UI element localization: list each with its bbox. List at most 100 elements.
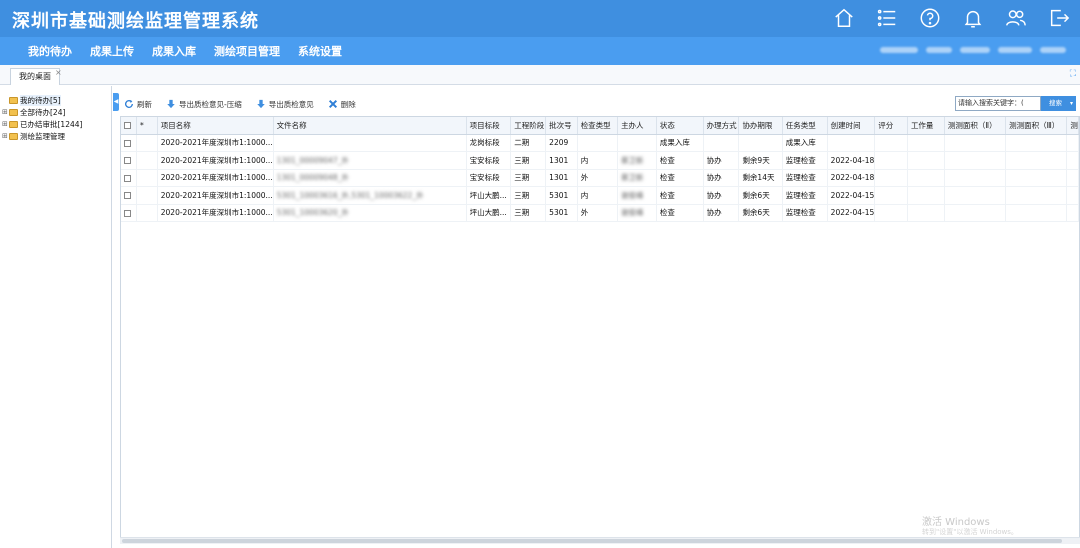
- table-cell: 协办: [703, 169, 740, 187]
- column-header[interactable]: 任务类型: [782, 117, 828, 135]
- table-row[interactable]: 2020-2021年度深圳市1:1000... 1301_00009047_外 宝安…: [121, 151, 1079, 170]
- row-checkbox[interactable]: [124, 139, 131, 147]
- logout-icon[interactable]: [1046, 5, 1072, 31]
- expand-plus-icon[interactable]: ⊞: [2, 108, 9, 116]
- empty-cell: [618, 449, 657, 467]
- fullscreen-icon[interactable]: ⛶: [1070, 69, 1076, 79]
- tree-item-my-todo[interactable]: 我的待办[5]: [2, 94, 61, 106]
- search-input[interactable]: 请输入搜索关键字：(: [955, 96, 1041, 111]
- row-checkbox[interactable]: [124, 192, 131, 200]
- table-cell: 剩余14天: [738, 169, 783, 187]
- help-icon[interactable]: [917, 5, 943, 31]
- table-cell: [121, 151, 138, 170]
- tree-item-supervision-management[interactable]: ⊞ 测绘监理管理: [2, 130, 65, 142]
- table-cell: [874, 134, 908, 152]
- empty-cell: [944, 432, 1005, 450]
- column-header[interactable]: 项目标段: [466, 117, 512, 135]
- column-header[interactable]: 测测面积（Ⅱ）: [944, 117, 1007, 135]
- table-cell: 2022-04-18: [827, 169, 876, 187]
- empty-cell: [656, 449, 703, 467]
- refresh-button[interactable]: 刷新: [124, 99, 152, 110]
- export-button[interactable]: 导出质检意见: [256, 99, 314, 110]
- empty-cell: [273, 502, 466, 520]
- empty-cell: [703, 274, 739, 292]
- tree-item-all-todo[interactable]: ⊞ 全部待办[24]: [2, 106, 65, 118]
- tree-item-completed-approvals[interactable]: ⊞ 已办结审批[1244]: [2, 118, 82, 130]
- row-checkbox[interactable]: [124, 157, 131, 165]
- nav-item-my-todo[interactable]: 我的待办: [28, 43, 72, 59]
- home-icon[interactable]: [831, 5, 857, 31]
- expand-plus-icon[interactable]: ⊞: [2, 120, 9, 128]
- nav-item-system-settings[interactable]: 系统设置: [298, 43, 342, 59]
- tree-item-label: 测绘监理管理: [20, 131, 65, 141]
- empty-cell: [157, 397, 273, 415]
- row-checkbox[interactable]: [124, 209, 131, 217]
- empty-cell: [121, 327, 137, 345]
- scrollbar-thumb[interactable]: [122, 539, 1062, 543]
- empty-cell: [618, 239, 657, 257]
- search-button[interactable]: 搜索: [1041, 96, 1076, 111]
- table-cell: [738, 134, 783, 152]
- empty-cell: [511, 309, 546, 327]
- column-header[interactable]: 工作量: [907, 117, 945, 135]
- list-icon[interactable]: [874, 5, 900, 31]
- table-cell: [907, 186, 945, 205]
- empty-cell: [546, 484, 578, 502]
- column-header[interactable]: 项目名称: [157, 117, 274, 135]
- select-all-checkbox[interactable]: [124, 122, 131, 130]
- horizontal-scrollbar[interactable]: [120, 537, 1080, 544]
- column-header[interactable]: 批次号: [545, 117, 578, 135]
- nav-item-upload[interactable]: 成果上传: [90, 43, 134, 59]
- empty-cell: [875, 222, 908, 240]
- empty-cell: [273, 239, 466, 257]
- empty-cell: [782, 397, 827, 415]
- empty-cell: [466, 327, 511, 345]
- users-icon[interactable]: [1003, 5, 1029, 31]
- nav-item-project-management[interactable]: 测绘项目管理: [214, 43, 280, 59]
- empty-cell: [944, 309, 1005, 327]
- column-header[interactable]: *: [136, 117, 158, 135]
- expand-plus-icon[interactable]: ⊞: [2, 132, 9, 140]
- column-header[interactable]: 评分: [874, 117, 908, 135]
- empty-cell: [466, 484, 511, 502]
- column-header[interactable]: 测测面积（Ⅲ）: [1005, 117, 1068, 135]
- column-header[interactable]: 工程阶段: [510, 117, 547, 135]
- column-header[interactable]: 检查类型: [577, 117, 619, 135]
- column-header[interactable]: 协办期限: [738, 117, 783, 135]
- empty-cell: [739, 222, 782, 240]
- empty-cell: [703, 327, 739, 345]
- table-cell: 2020-2021年度深圳市1:1000...: [157, 134, 274, 152]
- export-compressed-button[interactable]: 导出质检意见-压缩: [166, 99, 242, 110]
- table-row[interactable]: 2020-2021年度深圳市1:1000... 龙岗标段 二期 2209 成果入库 成果入…: [121, 134, 1079, 152]
- delete-button[interactable]: 删除: [328, 99, 356, 110]
- column-header[interactable]: 测: [1066, 117, 1079, 135]
- empty-cell: [121, 484, 137, 502]
- empty-cell: [1067, 519, 1079, 537]
- empty-cell: [875, 239, 908, 257]
- sidebar-collapse-handle[interactable]: ◀: [113, 93, 119, 111]
- row-checkbox[interactable]: [124, 174, 131, 182]
- column-header[interactable]: 主办人: [617, 117, 657, 135]
- empty-cell: [944, 397, 1005, 415]
- table-row[interactable]: 2020-2021年度深圳市1:1000... 5301_10003616_外,5…: [121, 186, 1079, 205]
- table-cell: 2022-04-15: [827, 204, 876, 222]
- column-header[interactable]: 状态: [656, 117, 704, 135]
- empty-cell: [546, 274, 578, 292]
- nav-item-warehouse[interactable]: 成果入库: [152, 43, 196, 59]
- empty-cell: [511, 432, 546, 450]
- empty-cell: [907, 327, 944, 345]
- table-row[interactable]: 2020-2021年度深圳市1:1000... 1301_00009048_外 宝安…: [121, 169, 1079, 187]
- tab-close-icon[interactable]: ×: [55, 68, 62, 77]
- empty-cell: [1006, 292, 1067, 310]
- column-header[interactable]: 文件名称: [273, 117, 467, 135]
- column-header[interactable]: [121, 117, 138, 135]
- table-cell: 检查: [656, 186, 704, 205]
- delete-x-icon: [328, 99, 337, 109]
- tab-my-desktop[interactable]: 我的桌面: [10, 68, 60, 85]
- empty-cell: [157, 344, 273, 362]
- column-header[interactable]: 办理方式: [703, 117, 740, 135]
- bell-icon[interactable]: [960, 5, 986, 31]
- column-header[interactable]: 创建时间: [827, 117, 876, 135]
- table-row[interactable]: 2020-2021年度深圳市1:1000... 5301_10003620_外 坪山…: [121, 204, 1079, 222]
- folder-icon: [9, 96, 18, 104]
